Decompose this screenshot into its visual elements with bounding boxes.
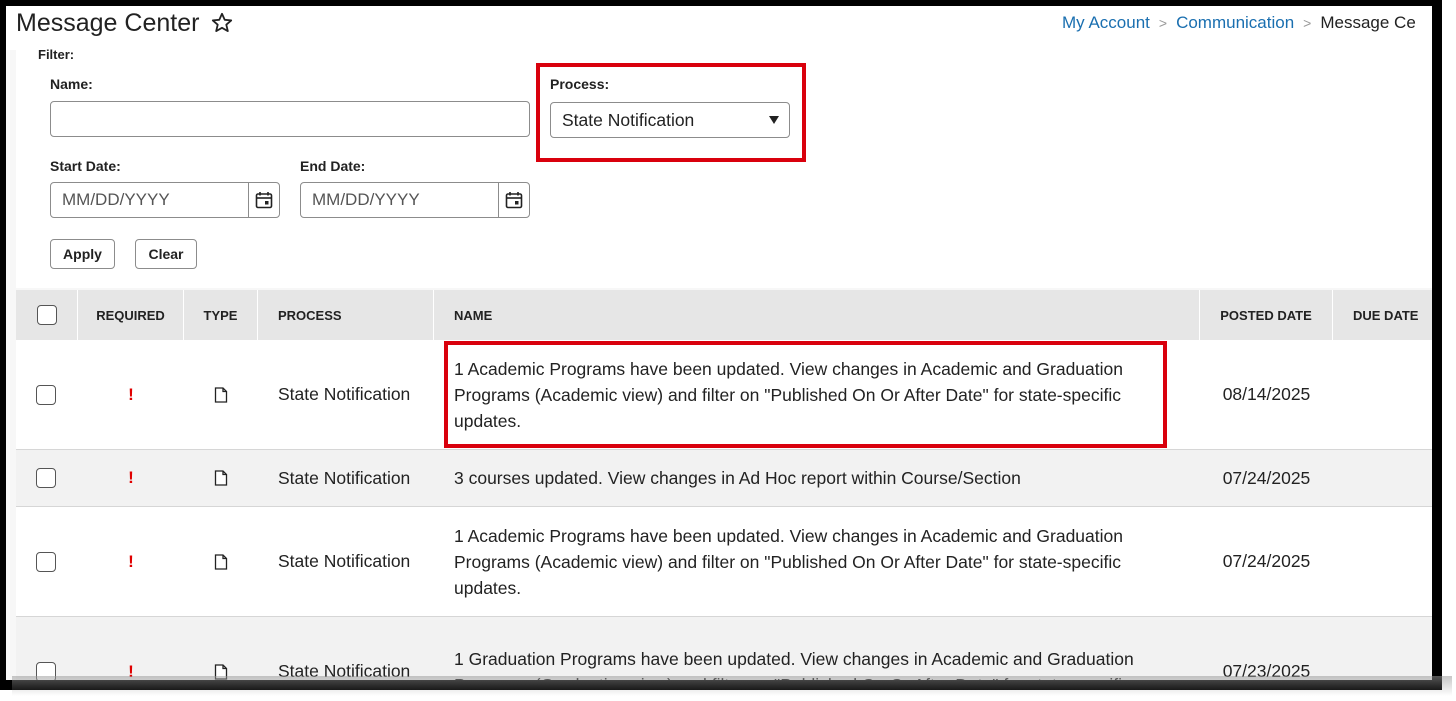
calendar-icon [255,192,273,209]
end-date-field [300,182,530,218]
row-select-cell [36,340,56,449]
column-header-required[interactable]: REQUIRED [78,290,184,340]
select-all-cell [16,290,78,340]
select-all-checkbox[interactable] [36,305,57,325]
message-name-link[interactable]: 1 Academic Programs have been updated. V… [454,507,1144,616]
column-header-name[interactable]: NAME [434,290,1200,340]
row-checkbox[interactable] [36,551,56,572]
row-select-cell [36,450,56,506]
required-icon: ! [128,468,134,487]
start-date-label: Start Date: [50,158,121,174]
filter-panel: Filter: Name: Process: State Notificatio… [16,47,1432,288]
end-date-calendar-button[interactable] [498,182,530,218]
column-header-type[interactable]: TYPE [184,290,258,340]
apply-button[interactable]: Apply [50,239,115,269]
chevron-right-icon: > [1158,15,1168,31]
table-header: REQUIRED TYPE PROCESS NAME POSTED DATE D… [16,290,1432,340]
document-icon [214,553,228,570]
breadcrumb-communication[interactable]: Communication [1176,13,1294,32]
document-icon [214,470,228,486]
app-window: Message Center My Account > Communication >… [0,0,1442,690]
end-date-input[interactable] [300,182,500,218]
column-header-process[interactable]: PROCESS [258,290,434,340]
posted-date-cell: 08/14/2025 [1222,384,1311,404]
column-header-posted-date[interactable]: POSTED DATE [1200,290,1333,340]
type-cell [184,340,258,449]
filter-label: Filter: [38,47,75,62]
required-icon: ! [128,384,134,404]
page-header: Message Center My Account > Communication >… [6,6,1432,50]
name-input[interactable] [50,101,530,137]
type-cell [184,450,258,506]
page-title: Message Center [16,9,200,37]
name-label: Name: [50,76,93,92]
calendar-icon [505,192,523,209]
table-row[interactable]: ! State Notification 3 courses updated. … [16,450,1432,507]
start-date-input[interactable] [50,182,250,218]
chevron-right-icon: > [1303,15,1312,31]
start-date-calendar-button[interactable] [248,182,280,218]
row-select-cell [36,507,56,616]
clear-button[interactable]: Clear [135,239,197,269]
type-cell [184,507,258,616]
start-date-field [50,182,280,218]
process-cell: State Notification [278,551,411,571]
window-shadow [12,676,1452,696]
column-header-due-date[interactable]: DUE DATE [1333,290,1432,340]
process-highlight-box [536,63,806,162]
row-checkbox[interactable] [36,384,56,405]
breadcrumb: My Account > Communication > Message Ce [1062,13,1416,33]
document-icon [214,386,228,403]
row-checkbox[interactable] [36,468,56,488]
end-date-label: End Date: [300,158,366,174]
star-icon[interactable] [210,11,234,35]
breadcrumb-my-account[interactable]: My Account [1062,13,1150,32]
posted-date-cell: 07/24/2025 [1222,467,1311,488]
message-highlight-box [444,341,1167,448]
message-name-link[interactable]: 3 courses updated. View changes in Ad Ho… [454,450,1144,506]
table-row[interactable]: ! State Notification 1 Academic Programs… [16,507,1432,617]
breadcrumb-current: Message Ce [1320,13,1416,32]
process-cell: State Notification [278,467,411,488]
required-icon: ! [128,551,134,571]
posted-date-cell: 07/24/2025 [1222,551,1311,571]
process-cell: State Notification [278,384,411,404]
